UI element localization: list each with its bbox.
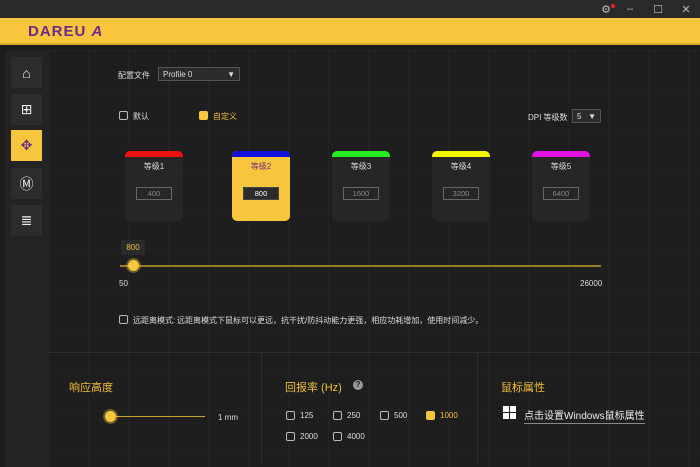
level-color-bar [432, 151, 490, 157]
dropdown-arrow-icon: ▼ [227, 69, 235, 79]
level-color-bar [232, 151, 290, 157]
level-dpi-input[interactable]: 6400 [543, 187, 579, 200]
polling-250-label: 250 [347, 411, 361, 420]
polling-125-label: 125 [300, 411, 314, 420]
long-distance-checkbox[interactable] [119, 315, 128, 324]
custom-mode-label: 自定义 [213, 112, 237, 121]
level-name: 等级3 [350, 162, 372, 171]
mouse-props-title: 鼠标属性 [501, 382, 545, 394]
windows-icon [503, 406, 516, 419]
polling-section [262, 352, 478, 462]
home-icon: ⌂ [22, 64, 31, 81]
dpi-max-label: 26000 [580, 279, 603, 288]
polling-title: 回报率 (Hz) [285, 382, 342, 394]
polling-1000-label: 1000 [440, 411, 458, 420]
level-name: 等级5 [550, 162, 572, 171]
notification-dot [611, 4, 615, 8]
dpi-count-select[interactable]: 5 ▼ [572, 109, 601, 123]
profile-value: Profile 0 [163, 69, 193, 79]
polling-4000-checkbox[interactable] [333, 432, 342, 441]
list-icon: ≣ [20, 212, 33, 228]
custom-mode-checkbox[interactable] [199, 111, 208, 120]
long-distance-label: 远距离模式: [133, 316, 176, 325]
dropdown-arrow-icon: ▼ [588, 111, 596, 121]
profile-select[interactable]: Profile 0 ▼ [158, 67, 240, 81]
polling-2000-label: 2000 [300, 432, 318, 441]
dpi-level-card[interactable]: 等级5 6400 [532, 151, 590, 221]
level-dpi-input[interactable]: 800 [243, 187, 279, 200]
level-color-bar [125, 151, 183, 157]
level-name: 等级4 [450, 162, 472, 171]
dpi-level-card[interactable]: 等级1 400 [125, 151, 183, 221]
dpi-move-icon: ✥ [20, 137, 33, 153]
lod-slider-track[interactable] [110, 416, 205, 417]
lod-value: 1 mm [218, 413, 238, 422]
polling-500-checkbox[interactable] [380, 411, 389, 420]
plus-box-icon: ⊞ [20, 101, 33, 117]
dpi-level-card[interactable]: 等级2 800 [232, 151, 290, 221]
level-name: 等级2 [250, 162, 272, 171]
dpi-count-label: DPI 等级数 [528, 113, 568, 122]
polling-2000-checkbox[interactable] [286, 432, 295, 441]
minimize-button[interactable]: – [616, 0, 644, 18]
profile-label: 配置文件 [118, 71, 150, 80]
dpi-min-label: 50 [119, 279, 128, 288]
sidebar-item-1[interactable]: ⊞ [11, 94, 42, 125]
polling-1000-checkbox[interactable] [426, 411, 435, 420]
sidebar-item-4[interactable]: ≣ [11, 205, 42, 236]
dpi-level-card[interactable]: 等级3 1600 [332, 151, 390, 221]
dpi-slider-thumb[interactable] [128, 260, 139, 271]
lod-section [48, 352, 262, 462]
dpi-count-value: 5 [577, 111, 582, 121]
lod-slider-thumb[interactable] [105, 411, 116, 422]
polling-4000-label: 4000 [347, 432, 365, 441]
maximize-button[interactable]: ☐ [644, 0, 672, 18]
sidebar-item-3[interactable]: Ⓜ [11, 168, 42, 199]
long-distance-desc: 远距离模式下鼠标可以更远，抗干扰/防抖动能力更强，相应功耗增加，使用时间减少。 [177, 316, 484, 325]
dareu-logo: DAREU A [28, 23, 104, 40]
dpi-slider-track[interactable] [120, 265, 601, 267]
polling-250-checkbox[interactable] [333, 411, 342, 420]
polling-125-checkbox[interactable] [286, 411, 295, 420]
brand-bar [0, 18, 700, 45]
polling-500-label: 500 [394, 411, 408, 420]
level-dpi-input[interactable]: 1600 [343, 187, 379, 200]
level-color-bar [332, 151, 390, 157]
default-mode-checkbox[interactable] [119, 111, 128, 120]
close-button[interactable]: ✕ [672, 0, 700, 18]
level-dpi-input[interactable]: 3200 [443, 187, 479, 200]
dpi-value-tooltip: 800 [121, 240, 145, 255]
help-icon[interactable]: ? [353, 380, 363, 390]
level-dpi-input[interactable]: 400 [136, 187, 172, 200]
sidebar-item-0[interactable]: ⌂ [11, 57, 42, 88]
sidebar-item-2[interactable]: ✥ [11, 130, 42, 161]
windows-mouse-settings-link[interactable]: 点击设置Windows鼠标属性 [524, 407, 645, 424]
lod-title: 响应高度 [69, 382, 113, 394]
macro-m-icon: Ⓜ [19, 175, 34, 192]
level-name: 等级1 [143, 162, 165, 171]
dpi-level-card[interactable]: 等级4 3200 [432, 151, 490, 221]
default-mode-label: 默认 [133, 112, 149, 121]
level-color-bar [532, 151, 590, 157]
